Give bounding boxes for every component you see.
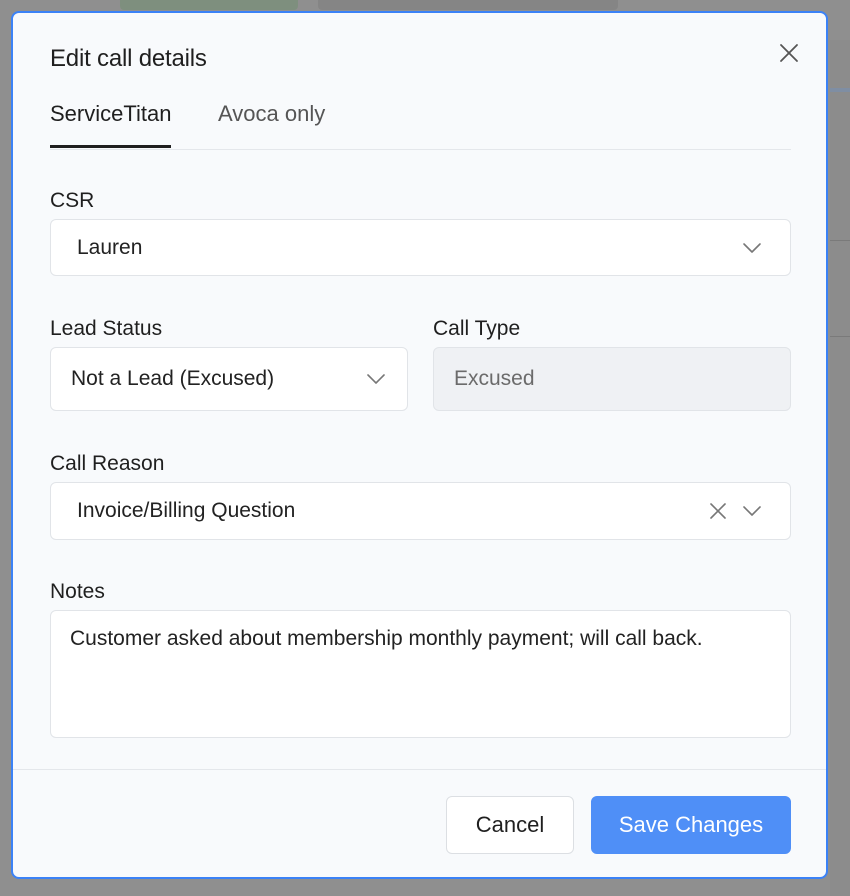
close-button[interactable]: [777, 41, 801, 65]
chevron-down-icon: [743, 242, 761, 253]
tab-avoca-only[interactable]: Avoca only: [218, 97, 325, 147]
background-side-accent: [830, 88, 850, 92]
notes-textarea[interactable]: Customer asked about membership monthly …: [50, 610, 791, 738]
close-icon: [780, 44, 798, 62]
save-changes-button[interactable]: Save Changes: [591, 796, 791, 854]
modal-title: Edit call details: [50, 45, 207, 72]
tab-servicetitan[interactable]: ServiceTitan: [50, 97, 172, 148]
footer-divider: [13, 769, 826, 770]
call-reason-label: Call Reason: [50, 452, 165, 475]
lead-status-select[interactable]: Not a Lead (Excused): [50, 347, 408, 411]
csr-select[interactable]: Lauren: [50, 219, 791, 276]
call-type-value: Excused: [454, 367, 535, 390]
cancel-button[interactable]: Cancel: [446, 796, 574, 854]
call-type-field: Excused: [433, 347, 791, 411]
background-chip: [120, 0, 298, 10]
chevron-down-icon: [367, 374, 385, 384]
background-divider: [830, 336, 850, 337]
call-type-label: Call Type: [433, 317, 521, 340]
lead-status-label: Lead Status: [50, 317, 163, 340]
call-reason-select[interactable]: Invoice/Billing Question: [50, 482, 791, 540]
clear-icon[interactable]: [708, 501, 728, 521]
chevron-down-icon: [743, 506, 761, 516]
lead-status-value: Not a Lead (Excused): [71, 367, 275, 390]
csr-value: Lauren: [77, 235, 143, 259]
call-reason-value: Invoice/Billing Question: [77, 499, 296, 522]
background-chip: [318, 0, 618, 10]
background-side-panel: [830, 40, 850, 896]
background-divider: [830, 240, 850, 241]
tab-bar: ServiceTitan Avoca only: [50, 97, 791, 150]
edit-call-details-modal: Edit call details ServiceTitan Avoca onl…: [11, 11, 828, 879]
csr-label: CSR: [50, 189, 95, 212]
notes-label: Notes: [50, 580, 105, 603]
